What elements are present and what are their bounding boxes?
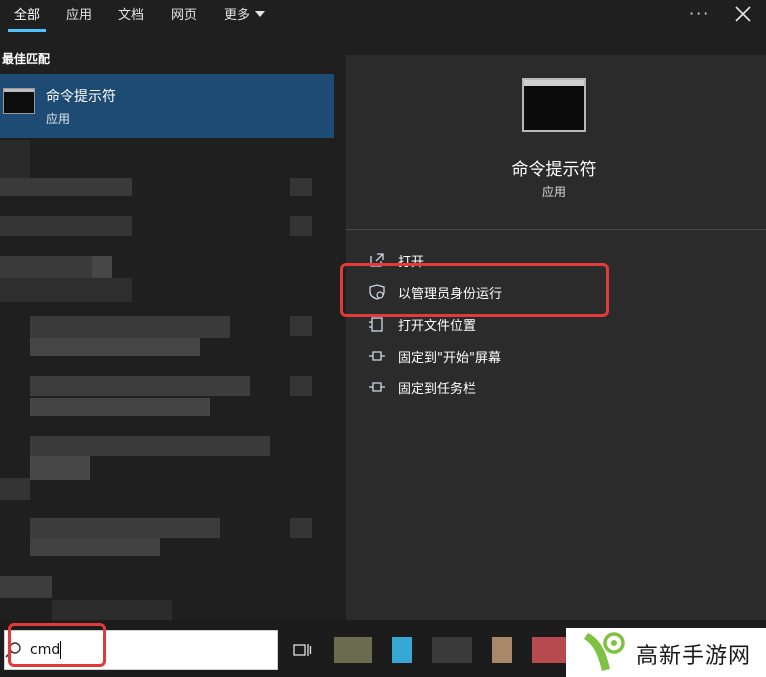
watermark-logo-icon [584,632,625,671]
action-pin-to-taskbar-label: 固定到任务栏 [398,382,477,397]
tab-documents[interactable]: 文档 [118,5,144,27]
active-tab-indicator [8,29,46,32]
tab-more-label: 更多 [224,8,251,23]
taskbar-app-2[interactable] [392,637,412,663]
tab-apps[interactable]: 应用 [66,5,92,27]
close-icon[interactable] [733,4,753,24]
taskbar-app-1[interactable] [334,637,372,663]
best-match-result[interactable]: 命令提示符 应用 [0,74,334,138]
best-match-type: 应用 [46,112,71,126]
tab-more[interactable]: 更多 [224,5,266,27]
admin-highlight-box [340,263,609,317]
search-highlight-box [8,623,106,667]
detail-app-name: 命令提示符 [511,160,597,180]
best-match-heading: 最佳匹配 [2,52,51,66]
detail-divider [346,229,766,230]
blurred-results-list [0,140,334,620]
cmd-terminal-icon [522,78,586,132]
chevron-down-icon [255,11,266,17]
tab-all[interactable]: 全部 [14,5,40,27]
more-options-button[interactable]: ··· [689,4,710,23]
tab-web[interactable]: 网页 [171,5,197,27]
pin-start-icon [369,351,385,361]
folder-location-icon [369,317,383,332]
detail-app-type: 应用 [541,185,566,199]
search-filter-bar: 全部 应用 文档 网页 更多 ··· [0,0,766,34]
best-match-name: 命令提示符 [46,89,116,105]
action-open-file-location-label: 打开文件位置 [398,319,477,334]
task-view-icon[interactable] [292,640,312,660]
start-search-window: 全部 应用 文档 网页 更多 ··· 最佳匹配 命令提示符 应用 命令提示符 应… [0,0,766,677]
app-detail-panel [346,55,766,620]
watermark-text: 高新手游网 [636,644,752,669]
taskbar-app-5[interactable] [532,637,566,663]
pin-taskbar-icon [369,382,385,392]
cmd-terminal-icon [3,88,35,114]
taskbar-app-4[interactable] [492,637,512,663]
action-pin-to-start-label: 固定到"开始"屏幕 [398,351,501,366]
taskbar-app-3[interactable] [432,637,472,663]
